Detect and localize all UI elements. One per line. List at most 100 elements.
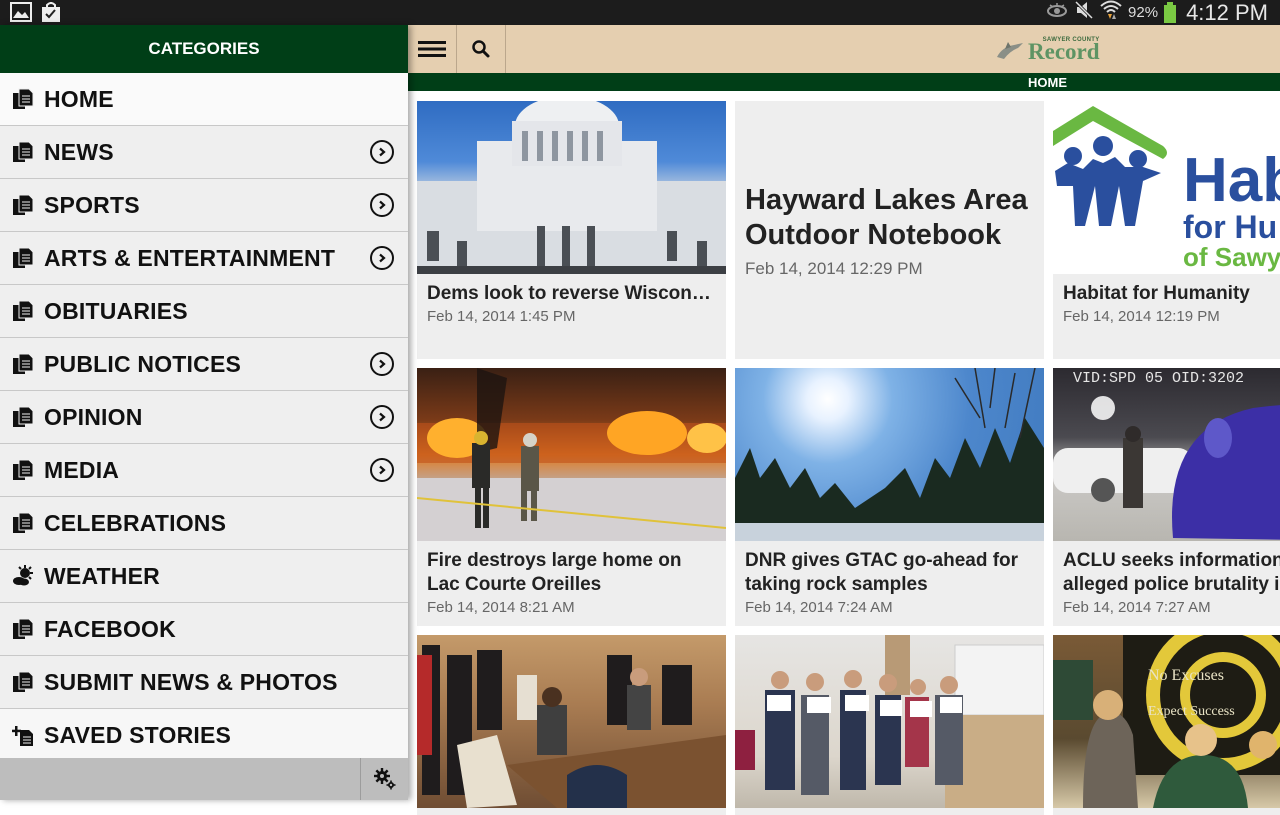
expand-arrow-icon[interactable]: [370, 140, 394, 164]
article-card[interactable]: No Excuses Expect Success: [1053, 635, 1280, 815]
documents-icon: [12, 141, 34, 163]
sidebar-item-label: HOME: [44, 85, 114, 112]
students-certificates-photo: [735, 635, 1044, 808]
add-document-icon: [12, 725, 34, 747]
article-date: Feb 14, 2014 1:45 PM: [427, 308, 576, 325]
fish-logo-icon: [997, 41, 1023, 59]
sidebar-item-label: ARTS & ENTERTAINMENT: [44, 244, 336, 271]
article-card[interactable]: VID:SPD 05 OID:3202 ACLU seeks informati…: [1053, 368, 1280, 626]
battery-percent: 92%: [1128, 4, 1159, 21]
documents-icon: [12, 512, 34, 534]
sidebar-item-home[interactable]: HOME: [0, 73, 408, 126]
eye-icon: [1046, 2, 1068, 23]
documents-icon: [12, 459, 34, 481]
expand-arrow-icon[interactable]: [370, 405, 394, 429]
expand-arrow-icon[interactable]: [370, 246, 394, 270]
article-card[interactable]: Fire destroys large home on Lac Courte O…: [417, 368, 726, 626]
article-card[interactable]: Hayward Lakes Area Outdoor Notebook Feb …: [735, 101, 1044, 359]
banner-text: No Excuses: [1148, 667, 1224, 684]
gears-icon: [373, 768, 395, 790]
article-card[interactable]: DNR gives GTAC go-ahead for taking rock …: [735, 368, 1044, 626]
sidebar-item-label: SPORTS: [44, 191, 140, 218]
svg-text:for Hu: for Hu: [1183, 209, 1277, 245]
logo-title: Record: [1028, 39, 1100, 64]
article-title: ACLU seeks information alleged police bru…: [1063, 550, 1280, 595]
svg-text:Expect Success: Expect Success: [1148, 704, 1235, 719]
signing-day-photo: No Excuses Expect Success: [1053, 635, 1280, 808]
sidebar-item-label: SAVED STORIES: [44, 722, 232, 748]
sidebar-item-opinion[interactable]: OPINION: [0, 391, 408, 444]
gallery-notification-icon: [10, 2, 32, 27]
expand-arrow-icon[interactable]: [370, 352, 394, 376]
sidebar-item-label: SUBMIT NEWS & PHOTOS: [44, 668, 338, 695]
documents-icon: [12, 618, 34, 640]
habitat-logo-text: Hab: [1183, 146, 1280, 215]
status-bar: 92% 4:12 PM: [0, 0, 1280, 25]
sidebar-item-public-notices[interactable]: PUBLIC NOTICES: [0, 338, 408, 391]
winter-forest-sun-photo: [735, 368, 1044, 541]
capitol-building-photo: [417, 101, 726, 274]
article-date: Feb 14, 2014 12:29 PM: [745, 259, 923, 278]
svg-text:of Sawy: of Sawy: [1183, 242, 1280, 272]
app-toolbar: SAWYER COUNTY Record: [408, 25, 1280, 73]
article-title: Fire destroys large home on Lac Courte O…: [427, 550, 682, 595]
sidebar-item-submit-news-photos[interactable]: SUBMIT NEWS & PHOTOS: [0, 656, 408, 709]
committee-hearing-photo: [417, 635, 726, 808]
sidebar-item-news[interactable]: NEWS: [0, 126, 408, 179]
sidebar-item-label: NEWS: [44, 138, 114, 165]
hamburger-icon: [418, 41, 446, 57]
sidebar-item-media[interactable]: MEDIA: [0, 444, 408, 497]
sidebar-item-weather[interactable]: WEATHER: [0, 550, 408, 603]
sidebar-item-label: CELEBRATIONS: [44, 509, 227, 536]
sidebar-item-label: OBITUARIES: [44, 297, 188, 324]
documents-icon: [12, 671, 34, 693]
documents-icon: [12, 247, 34, 269]
documents-icon: [12, 88, 34, 110]
house-fire-photo: [417, 368, 726, 541]
site-logo[interactable]: SAWYER COUNTY Record: [996, 37, 1100, 64]
documents-icon: [12, 194, 34, 216]
clock: 4:12 PM: [1186, 0, 1268, 25]
police-dashcam-photo: VID:SPD 05 OID:3202: [1053, 368, 1280, 541]
article-card[interactable]: Hab for Hu of Sawy Habitat for Humanity …: [1053, 101, 1280, 359]
sidebar-item-facebook[interactable]: FACEBOOK: [0, 603, 408, 656]
weather-icon: [12, 565, 34, 587]
category-list: HOME NEWS SPORTS ARTS & ENTERTAINMENT OB…: [0, 73, 408, 762]
dashcam-overlay-text: VID:SPD 05 OID:3202: [1073, 370, 1244, 387]
wifi-icon: [1100, 0, 1122, 25]
menu-button[interactable]: [408, 25, 457, 73]
section-title: HOME: [1028, 74, 1067, 90]
documents-icon: [12, 406, 34, 428]
settings-button[interactable]: [360, 758, 408, 800]
sidebar-item-arts-entertainment[interactable]: ARTS & ENTERTAINMENT: [0, 232, 408, 285]
drawer-footer: [0, 758, 408, 800]
sidebar-item-label: WEATHER: [44, 562, 160, 589]
article-card[interactable]: Dems look to reverse Wisconsin's constit…: [417, 101, 726, 359]
habitat-logo: Hab for Hu of Sawy: [1053, 101, 1280, 274]
sidebar-item-label: OPINION: [44, 403, 143, 430]
expand-arrow-icon[interactable]: [370, 458, 394, 482]
documents-icon: [12, 300, 34, 322]
article-card[interactable]: [417, 635, 726, 815]
sidebar-item-sports[interactable]: SPORTS: [0, 179, 408, 232]
article-card[interactable]: [735, 635, 1044, 815]
article-date: Feb 14, 2014 7:24 AM: [745, 599, 893, 616]
article-date: Feb 14, 2014 7:27 AM: [1063, 599, 1211, 616]
search-icon: [472, 40, 490, 58]
sidebar-item-obituaries[interactable]: OBITUARIES: [0, 285, 408, 338]
drawer-title: CATEGORIES: [148, 39, 260, 58]
sidebar-item-label: MEDIA: [44, 456, 120, 483]
article-date: Feb 14, 2014 8:21 AM: [427, 599, 575, 616]
sidebar-item-saved-stories[interactable]: SAVED STORIES: [0, 709, 408, 762]
sidebar-item-label: PUBLIC NOTICES: [44, 350, 242, 377]
article-title: Habitat for Humanity: [1063, 283, 1250, 304]
main-content: SAWYER COUNTY Record HOME Dems look to r…: [408, 25, 1280, 815]
article-title: Dems look to reverse Wisconsin's constit…: [427, 283, 716, 304]
drawer-header: CATEGORIES: [0, 25, 408, 73]
search-button[interactable]: [457, 25, 506, 73]
expand-arrow-icon[interactable]: [370, 193, 394, 217]
article-date: Feb 14, 2014 12:19 PM: [1063, 308, 1220, 325]
sidebar-item-celebrations[interactable]: CELEBRATIONS: [0, 497, 408, 550]
shopping-bag-icon: [40, 2, 62, 27]
categories-drawer: CATEGORIES HOME NEWS SPORTS ARTS & ENTER…: [0, 25, 408, 800]
